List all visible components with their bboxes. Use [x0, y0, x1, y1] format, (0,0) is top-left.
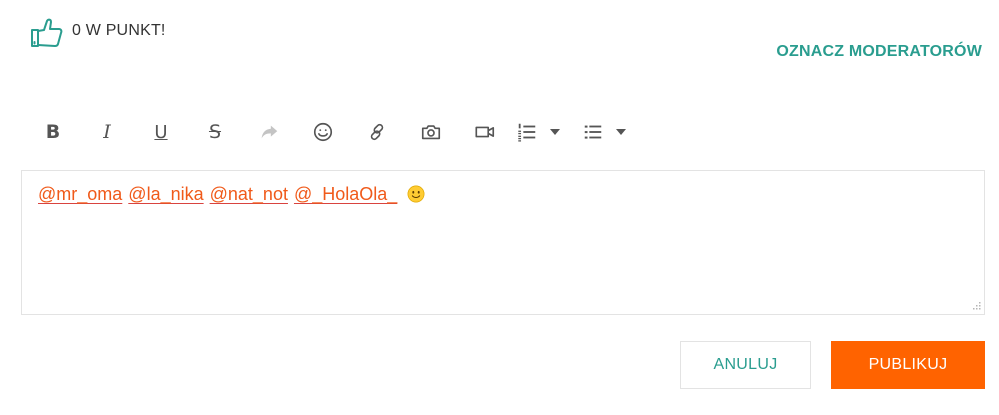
- redo-button[interactable]: [242, 114, 296, 150]
- comment-editor[interactable]: @mr_oma @la_nika @nat_not @_HolaOla_: [21, 170, 985, 315]
- ordered-list-button[interactable]: [512, 114, 542, 150]
- video-icon: [475, 126, 495, 138]
- strikethrough-button[interactable]: S: [188, 114, 242, 150]
- link-icon: [370, 123, 384, 141]
- thumbs-up-icon[interactable]: [30, 17, 64, 49]
- mark-moderators-link[interactable]: OZNACZ MODERATORÓW: [776, 43, 982, 61]
- vote-widget[interactable]: 0 W PUNKT!: [30, 17, 166, 49]
- emoji-button[interactable]: [296, 114, 350, 150]
- ordered-list-control: [512, 114, 568, 150]
- link-button[interactable]: [350, 114, 404, 150]
- ordered-list-dropdown[interactable]: [542, 114, 568, 150]
- video-button[interactable]: [458, 114, 512, 150]
- redo-icon: [261, 125, 278, 139]
- camera-icon: [421, 125, 441, 140]
- ordered-list-icon: [518, 123, 536, 142]
- bullet-list-control: [578, 114, 634, 150]
- bullet-list-icon: [584, 125, 602, 139]
- publish-button[interactable]: PUBLIKUJ: [831, 341, 985, 389]
- bold-button[interactable]: B: [26, 114, 80, 150]
- bullet-list-button[interactable]: [578, 114, 608, 150]
- chevron-down-icon: [616, 129, 626, 135]
- bullet-list-dropdown[interactable]: [608, 114, 634, 150]
- cancel-button[interactable]: ANULUJ: [680, 341, 811, 389]
- editor-toolbar: B I U S: [26, 114, 634, 150]
- chevron-down-icon: [550, 129, 560, 135]
- resize-handle-icon[interactable]: [970, 300, 982, 312]
- mention-link[interactable]: @nat_not: [210, 181, 288, 207]
- mention-link[interactable]: @_HolaOla_: [294, 181, 397, 207]
- image-button[interactable]: [404, 114, 458, 150]
- emoji-icon: [313, 122, 333, 142]
- vote-count: 0 W PUNKT!: [72, 22, 166, 39]
- comment-composer: 0 W PUNKT! OZNACZ MODERATORÓW B I U S @m…: [0, 0, 999, 415]
- mention-link[interactable]: @mr_oma: [38, 181, 122, 207]
- editor-content[interactable]: @mr_oma @la_nika @nat_not @_HolaOla_: [38, 181, 425, 207]
- slightly-smiling-face-icon: [407, 185, 425, 203]
- italic-button[interactable]: I: [80, 114, 134, 150]
- mention-link[interactable]: @la_nika: [128, 181, 203, 207]
- underline-button[interactable]: U: [134, 114, 188, 150]
